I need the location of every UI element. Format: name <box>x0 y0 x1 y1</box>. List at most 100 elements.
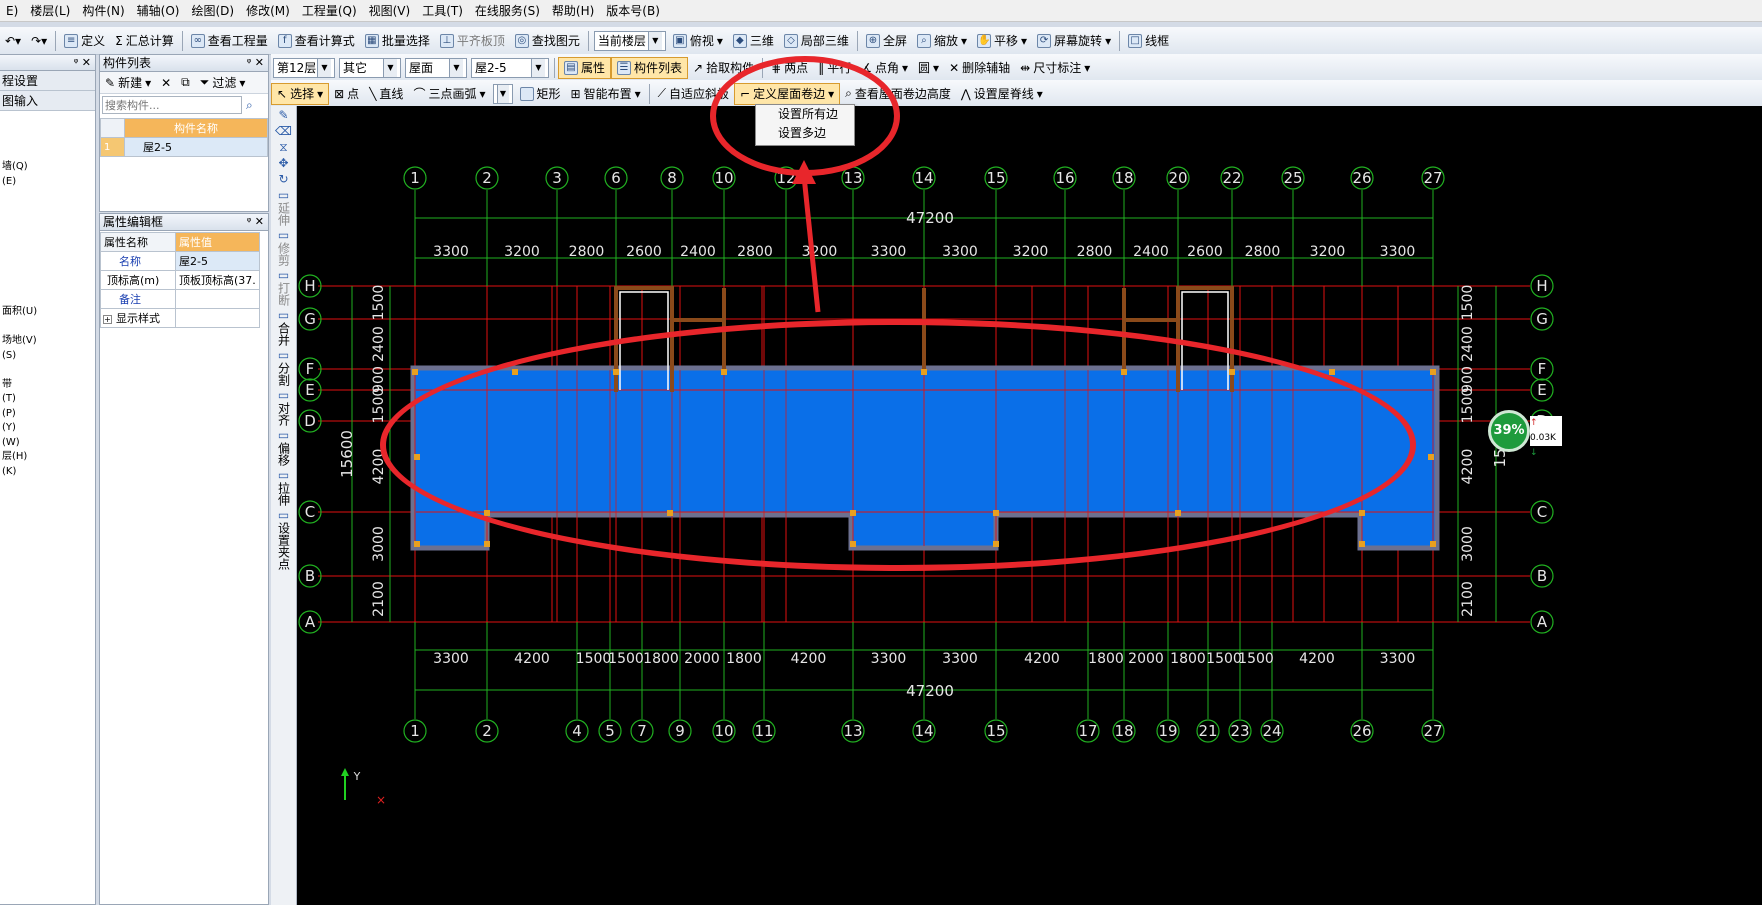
select-button[interactable]: ↖ 选择 ▾ <box>271 82 330 105</box>
pin-icon[interactable]: ᵠ ✕ <box>74 55 91 71</box>
wireframe-button[interactable]: □ 线框 <box>1123 30 1174 52</box>
new-button[interactable]: ✎ 新建 ▾ <box>100 72 156 94</box>
nav-item[interactable]: (K) <box>0 465 95 480</box>
table-row[interactable]: 顶标高(m) 顶板顶标高(37. <box>100 270 260 290</box>
undo-button[interactable]: ↶▾ <box>0 30 26 52</box>
side-tool-icon[interactable]: ✎ <box>273 108 295 122</box>
pan-button[interactable]: ✋ 平移 ▾ <box>972 30 1032 52</box>
nav-item[interactable] <box>0 291 95 306</box>
menu-item[interactable]: 楼层(L) <box>24 2 76 19</box>
side-tool-6[interactable]: ▭ 偏移 <box>273 428 295 466</box>
side-tool-7[interactable]: ▭ 拉伸 <box>273 468 295 506</box>
view-qty-button[interactable]: ∞ 查看工程量 <box>186 30 273 52</box>
ridge-button[interactable]: ⋀ 设置屋脊线 ▾ <box>956 83 1048 105</box>
two-points-button[interactable]: ⋕ 两点 <box>766 57 813 79</box>
menu-item-set-all-edges[interactable]: 设置所有边 <box>756 105 854 124</box>
menu-item[interactable]: E) <box>0 4 24 18</box>
side-tool-icon[interactable]: ✥ <box>273 156 295 170</box>
nav-item[interactable]: (T) <box>0 392 95 407</box>
adapt-slab-button[interactable]: ⟋ 自适应斜板 <box>653 83 734 105</box>
smart-button[interactable]: ⊞ 智能布置 ▾ <box>566 83 646 105</box>
nav-item[interactable]: (E) <box>0 175 95 190</box>
nav-item[interactable] <box>0 218 95 233</box>
menu-item[interactable]: 工程量(Q) <box>296 2 363 19</box>
top-view-button[interactable]: ▣ 俯视 ▾ <box>668 30 728 52</box>
three-d-button[interactable]: ◆ 三维 <box>728 30 779 52</box>
define-button[interactable]: ≡ 定义 <box>59 30 110 52</box>
category-combo[interactable]: 其它 ▼ <box>339 57 401 78</box>
menu-item[interactable]: 在线服务(S) <box>469 2 546 19</box>
side-tool-icon[interactable]: ⧖ <box>273 140 295 154</box>
filter-button[interactable]: ⏷ 过滤 ▾ <box>195 72 251 94</box>
menu-item[interactable]: 帮助(H) <box>546 2 600 19</box>
prop-value[interactable] <box>175 289 260 309</box>
table-row[interactable]: + 显示样式 <box>100 308 260 328</box>
view-roll-button[interactable]: ⌕ 查看屋面卷边高度 <box>840 83 956 105</box>
nav-item[interactable] <box>0 363 95 378</box>
floor-view-combo[interactable]: 当前楼层 ▼ <box>593 30 666 51</box>
delete-button[interactable]: ✕ <box>156 72 176 94</box>
network-speed-gauge[interactable]: 39% <box>1488 410 1530 452</box>
side-tool-1[interactable]: ▭ 修剪 <box>273 228 295 266</box>
nav-item[interactable] <box>0 131 95 146</box>
nav-item[interactable] <box>0 204 95 219</box>
rotate-button[interactable]: ⟳ 屏幕旋转 ▾ <box>1032 30 1116 52</box>
delete-aux-button[interactable]: ✕ 删除辅轴 <box>944 57 1015 79</box>
nav-item[interactable] <box>0 276 95 291</box>
side-tool-3[interactable]: ▭ 合并 <box>273 308 295 346</box>
nav-item[interactable]: (P) <box>0 407 95 422</box>
dimension-button[interactable]: ⇹ 尺寸标注 ▾ <box>1015 57 1095 79</box>
side-tool-5[interactable]: ▭ 对齐 <box>273 388 295 426</box>
nav-item[interactable]: (Y) <box>0 421 95 436</box>
cad-drawing[interactable]: 1 2 3 6 8 10 12 13 14 15 16 18 20 22 25 26 271 2 4 5 7 9 10 11 1… <box>297 106 1762 905</box>
table-row[interactable]: 名称 屋2-5 <box>100 251 260 271</box>
type-combo[interactable]: 屋面 ▼ <box>405 57 467 78</box>
level-top-button[interactable]: ⊥ 平齐板顶 <box>435 30 510 52</box>
side-tool-icon[interactable]: ↻ <box>273 172 295 186</box>
nav-item[interactable]: 程设置 <box>0 71 95 91</box>
menu-item[interactable]: 修改(M) <box>240 2 296 19</box>
nav-item[interactable]: 墙(Q) <box>0 160 95 175</box>
search-input[interactable] <box>102 96 242 114</box>
menu-item[interactable]: 构件(N) <box>76 2 130 19</box>
prop-value[interactable]: 顶板顶标高(37. <box>175 270 260 290</box>
parallel-button[interactable]: ‖ 平行 <box>813 57 856 79</box>
menu-item[interactable]: 绘图(D) <box>185 2 240 19</box>
menu-item[interactable]: 视图(V) <box>363 2 417 19</box>
nav-item[interactable] <box>0 262 95 277</box>
nav-item[interactable]: 图输入 <box>0 91 95 111</box>
prop-value[interactable]: 屋2-5 <box>175 251 260 271</box>
menu-item-set-multi-edges[interactable]: 设置多边 <box>756 124 854 143</box>
menu-item[interactable]: 工具(T) <box>416 2 469 19</box>
nav-item[interactable] <box>0 111 95 131</box>
drawing-canvas[interactable]: 1 2 3 6 8 10 12 13 14 15 16 18 20 22 25 26 27 1 2 4 5 7 9 10 11 1… <box>297 106 1762 905</box>
circle-button[interactable]: 圆 ▾ <box>913 57 944 79</box>
batch-select-button[interactable]: ▦ 批量选择 <box>360 30 435 52</box>
menu-item[interactable]: 辅轴(O) <box>131 2 186 19</box>
side-tool-2[interactable]: ▭ 打断 <box>273 268 295 306</box>
search-icon[interactable]: ⌕ <box>246 98 253 113</box>
rect-button[interactable]: 矩形 <box>515 83 566 105</box>
side-tool-0[interactable]: ▭ 延伸 <box>273 188 295 226</box>
floor-combo[interactable]: 第12层 ▼ <box>273 57 335 78</box>
view-formula-button[interactable]: f 查看计算式 <box>273 30 360 52</box>
expand-icon[interactable]: + <box>103 315 112 324</box>
table-row[interactable]: 备注 <box>100 289 260 309</box>
pin-close-icon[interactable]: ᵠ ✕ <box>247 55 264 71</box>
component-list-button[interactable]: ☰ 构件列表 <box>611 56 689 79</box>
side-tool-4[interactable]: ▭ 分割 <box>273 348 295 386</box>
side-tool-8[interactable]: ▭ 设置夹点 <box>273 508 295 570</box>
nav-item[interactable]: 场地(V) <box>0 334 95 349</box>
local-3d-button[interactable]: ◇ 局部三维 <box>779 30 854 52</box>
find-button[interactable]: ◎ 查找图元 <box>510 30 585 52</box>
side-tool-icon[interactable]: ⌫ <box>273 124 295 138</box>
nav-item[interactable] <box>0 233 95 248</box>
pin-close-icon[interactable]: ᵠ ✕ <box>247 214 264 230</box>
point-button[interactable]: ⊠ 点 <box>329 83 364 105</box>
sum-button[interactable]: Σ 汇总计算 <box>110 30 179 52</box>
property-button[interactable]: ▤ 属性 <box>558 56 612 79</box>
nav-item[interactable] <box>0 146 95 161</box>
nav-item[interactable]: 面积(U) <box>0 305 95 320</box>
copy-button[interactable]: ⧉ <box>176 72 195 94</box>
nav-item[interactable] <box>0 320 95 335</box>
